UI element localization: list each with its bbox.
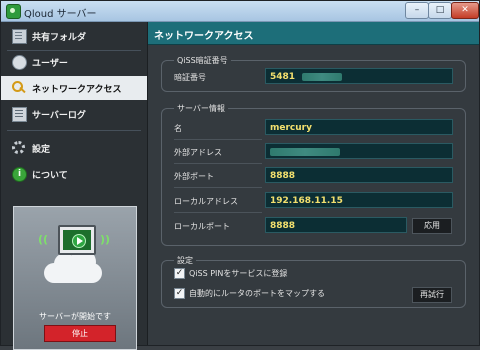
user-icon	[12, 55, 27, 70]
maximize-button[interactable]: □	[428, 2, 452, 19]
monitor-icon	[58, 225, 96, 255]
gear-icon	[12, 141, 25, 154]
play-icon	[72, 234, 86, 248]
auto-map-label: 自動的にルータのポートをマップする	[189, 289, 325, 298]
group-title: QiSS暗証番号	[174, 55, 231, 66]
sidebar-item-about[interactable]: i について	[1, 162, 147, 186]
sidebar-item-label: について	[32, 171, 68, 181]
settings-group: 設定 ✓ QiSS PINをサービスに登録 ✓ 自動的にルータのポートをマップす…	[161, 255, 466, 308]
local-address-label: ローカルアドレス	[174, 197, 238, 206]
divider	[7, 130, 141, 131]
page-header: ネットワークアクセス	[148, 22, 479, 45]
group-title: サーバー情報	[174, 103, 228, 114]
pin-value: 5481	[270, 72, 296, 82]
external-address-label: 外部アドレス	[174, 148, 222, 157]
sidebar-item-shared-folders[interactable]: 共有フォルダ	[1, 24, 147, 48]
pin-label: 暗証番号	[174, 73, 206, 82]
stop-server-button[interactable]: 停止	[44, 325, 116, 342]
server-status-panel: (( )) サーバーが開始です 停止	[13, 206, 137, 350]
auto-map-row[interactable]: ✓ 自動的にルータのポートをマップする	[174, 286, 374, 300]
app-window: Qloud サーバー – □ ✕ 共有フォルダ ユーザー ネットワークアクセス …	[0, 0, 480, 350]
apply-button[interactable]: 応用	[412, 218, 452, 234]
sidebar-item-label: 設定	[32, 145, 51, 155]
auto-map-checkbox[interactable]: ✓	[174, 288, 185, 299]
redacted-pin	[302, 72, 343, 81]
title-bar[interactable]: Qloud サーバー – □ ✕	[1, 1, 479, 22]
local-port-label: ローカルポート	[174, 222, 230, 231]
name-label: 名	[174, 124, 182, 133]
divider	[174, 212, 262, 213]
local-address-field[interactable]: 192.168.11.15	[265, 192, 453, 208]
folder-icon	[12, 29, 27, 44]
sidebar-item-label: サーバーログ	[32, 111, 86, 121]
divider	[174, 139, 262, 140]
sidebar-item-settings[interactable]: 設定	[1, 136, 147, 160]
close-button[interactable]: ✕	[451, 2, 479, 19]
signal-waves-left-icon: ((	[38, 233, 49, 246]
sidebar: 共有フォルダ ユーザー ネットワークアクセス サーバーログ 設定 i について …	[1, 22, 148, 350]
pin-field[interactable]: 5481	[265, 68, 453, 84]
window-title: Qloud サーバー	[24, 9, 97, 20]
main-panel: ネットワークアクセス QiSS暗証番号 暗証番号 5481 サーバー情報 名 m…	[148, 22, 479, 345]
redacted-address	[270, 147, 340, 156]
cloud-icon	[44, 249, 102, 283]
sidebar-item-label: 共有フォルダ	[32, 33, 87, 43]
retry-button[interactable]: 再試行	[412, 287, 452, 303]
sidebar-item-users[interactable]: ユーザー	[1, 50, 147, 74]
sidebar-item-label: ネットワークアクセス	[32, 85, 122, 95]
app-icon	[6, 4, 21, 19]
key-icon	[12, 81, 25, 94]
external-address-field[interactable]	[265, 143, 453, 159]
register-pin-row[interactable]: ✓ QiSS PINをサービスに登録	[174, 266, 374, 280]
group-title: 設定	[174, 255, 196, 266]
sidebar-item-label: ユーザー	[32, 59, 68, 69]
server-status-text: サーバーが開始です	[39, 312, 111, 321]
external-port-field[interactable]: 8888	[265, 167, 453, 183]
register-pin-checkbox[interactable]: ✓	[174, 268, 185, 279]
server-info-group: サーバー情報 名 mercury 外部アドレス 外部ポート 8888 ローカルア…	[161, 103, 466, 246]
name-field[interactable]: mercury	[265, 119, 453, 135]
info-icon: i	[12, 167, 27, 182]
register-pin-label: QiSS PINをサービスに登録	[189, 269, 288, 278]
log-icon	[12, 107, 27, 122]
sidebar-item-network-access[interactable]: ネットワークアクセス	[1, 76, 147, 100]
divider	[174, 187, 262, 188]
external-port-label: 外部ポート	[174, 172, 214, 181]
sidebar-item-server-log[interactable]: サーバーログ	[1, 102, 147, 126]
local-port-field[interactable]: 8888	[265, 217, 407, 233]
signal-waves-right-icon: ))	[100, 233, 111, 246]
pin-group: QiSS暗証番号 暗証番号 5481	[161, 55, 466, 92]
minimize-button[interactable]: –	[405, 2, 429, 19]
page-title: ネットワークアクセス	[154, 31, 254, 42]
divider	[174, 163, 262, 164]
